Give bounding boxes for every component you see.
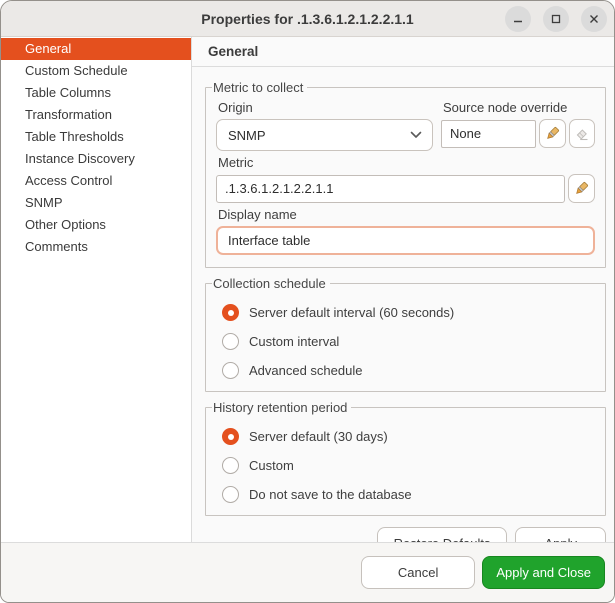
- metric-to-collect-group: Metric to collect Origin SNMP Source nod…: [205, 80, 606, 268]
- minimize-icon: [512, 13, 524, 25]
- radio-custom-interval[interactable]: Custom interval: [222, 333, 595, 350]
- radio-button: [222, 428, 239, 445]
- window-title: Properties for .1.3.6.1.2.1.2.2.1.1: [201, 11, 413, 27]
- sidebar-item-label: General: [25, 41, 71, 56]
- pen-icon: [574, 181, 589, 196]
- radio-label: Server default interval (60 seconds): [249, 305, 454, 320]
- radio-button: [222, 457, 239, 474]
- radio-label: Custom: [249, 458, 294, 473]
- sidebar-item-access-control[interactable]: Access Control: [1, 170, 191, 192]
- source-node-override-label: Source node override: [443, 100, 595, 115]
- sidebar-item-transformation[interactable]: Transformation: [1, 104, 191, 126]
- radio-button: [222, 304, 239, 321]
- metric-to-collect-legend: Metric to collect: [212, 80, 307, 95]
- clear-source-node-button[interactable]: [569, 119, 596, 148]
- sidebar-item-custom-schedule[interactable]: Custom Schedule: [1, 60, 191, 82]
- select-metric-button[interactable]: [568, 174, 595, 203]
- sidebar-item-snmp[interactable]: SNMP: [1, 192, 191, 214]
- sidebar-item-label: Transformation: [25, 107, 112, 122]
- apply-and-close-button[interactable]: Apply and Close: [482, 556, 605, 589]
- sidebar-item-comments[interactable]: Comments: [1, 236, 191, 258]
- cancel-button[interactable]: Cancel: [361, 556, 475, 589]
- page-content: Metric to collect Origin SNMP Source nod…: [192, 67, 614, 560]
- radio-label: Custom interval: [249, 334, 339, 349]
- sidebar-item-label: Access Control: [25, 173, 112, 188]
- display-name-input[interactable]: [216, 226, 595, 255]
- radio-advanced-schedule[interactable]: Advanced schedule: [222, 362, 595, 379]
- sidebar-item-label: Other Options: [25, 217, 106, 232]
- radio-do-not-save[interactable]: Do not save to the database: [222, 486, 595, 503]
- sidebar-item-general[interactable]: General: [1, 38, 191, 60]
- radio-label: Advanced schedule: [249, 363, 362, 378]
- radio-button: [222, 362, 239, 379]
- metric-label: Metric: [218, 155, 595, 170]
- radio-server-default-retention[interactable]: Server default (30 days): [222, 428, 595, 445]
- sidebar-item-table-thresholds[interactable]: Table Thresholds: [1, 126, 191, 148]
- window-controls: [505, 6, 607, 32]
- radio-button: [222, 333, 239, 350]
- source-node-override-input[interactable]: [441, 120, 536, 148]
- history-retention-legend: History retention period: [212, 400, 351, 415]
- page-title-text: General: [208, 44, 258, 59]
- sidebar-item-table-columns[interactable]: Table Columns: [1, 82, 191, 104]
- dialog-footer: Cancel Apply and Close: [1, 542, 614, 602]
- sidebar-item-label: Custom Schedule: [25, 63, 128, 78]
- maximize-icon: [550, 13, 562, 25]
- sidebar-item-label: SNMP: [25, 195, 63, 210]
- page-title: General: [192, 37, 614, 67]
- radio-server-default-interval[interactable]: Server default interval (60 seconds): [222, 304, 595, 321]
- metric-input[interactable]: [216, 175, 565, 203]
- collection-schedule-group: Collection schedule Server default inter…: [205, 276, 606, 392]
- history-retention-group: History retention period Server default …: [205, 400, 606, 516]
- eraser-icon: [574, 126, 589, 141]
- collection-schedule-legend: Collection schedule: [212, 276, 330, 291]
- pen-icon: [545, 126, 560, 141]
- sidebar-item-label: Instance Discovery: [25, 151, 135, 166]
- sidebar-item-label: Comments: [25, 239, 88, 254]
- minimize-button[interactable]: [505, 6, 531, 32]
- origin-selected-value: SNMP: [228, 128, 266, 143]
- content-pane: General Metric to collect Origin SNMP: [192, 37, 614, 542]
- origin-select[interactable]: SNMP: [216, 119, 433, 151]
- sidebar: General Custom Schedule Table Columns Tr…: [1, 37, 192, 542]
- select-source-node-button[interactable]: [539, 119, 566, 148]
- dialog-body: General Custom Schedule Table Columns Tr…: [1, 37, 614, 542]
- sidebar-item-label: Table Columns: [25, 85, 111, 100]
- properties-dialog: Properties for .1.3.6.1.2.1.2.2.1.1 Gene…: [0, 0, 615, 603]
- display-name-label: Display name: [218, 207, 595, 222]
- titlebar[interactable]: Properties for .1.3.6.1.2.1.2.2.1.1: [1, 1, 614, 37]
- radio-label: Do not save to the database: [249, 487, 412, 502]
- radio-label: Server default (30 days): [249, 429, 388, 444]
- close-button[interactable]: [581, 6, 607, 32]
- sidebar-item-other-options[interactable]: Other Options: [1, 214, 191, 236]
- close-icon: [588, 13, 600, 25]
- chevron-down-icon: [410, 131, 422, 139]
- radio-button: [222, 486, 239, 503]
- radio-custom-retention[interactable]: Custom: [222, 457, 595, 474]
- origin-label: Origin: [218, 100, 433, 115]
- maximize-button[interactable]: [543, 6, 569, 32]
- sidebar-item-instance-discovery[interactable]: Instance Discovery: [1, 148, 191, 170]
- sidebar-item-label: Table Thresholds: [25, 129, 124, 144]
